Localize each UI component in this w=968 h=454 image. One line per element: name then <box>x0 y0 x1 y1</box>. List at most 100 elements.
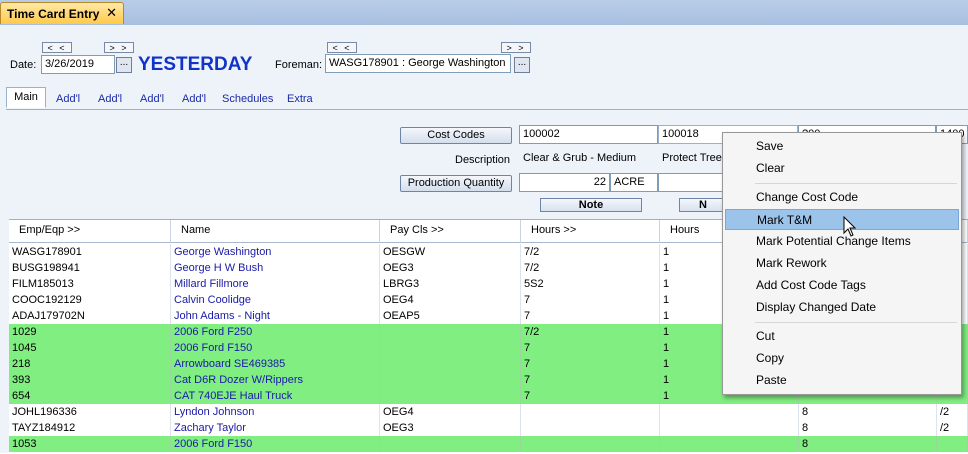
menu-item-save[interactable]: Save <box>725 136 959 157</box>
foreman-field[interactable]: WASG178901 : George Washington <box>325 54 511 73</box>
cell-pay-cls[interactable]: OEG3 <box>380 420 521 436</box>
cell-hours-3[interactable]: 8 <box>799 420 937 436</box>
cell-hours-2[interactable] <box>660 420 799 436</box>
cell-hours-1[interactable]: 7 <box>521 340 660 356</box>
column-header-hours-1[interactable]: Hours >> <box>521 220 660 243</box>
cell-name[interactable]: 2006 Ford F250 <box>171 324 380 340</box>
cell-emp[interactable]: 1029 <box>9 324 171 340</box>
cell-emp[interactable]: JOHL196336 <box>9 404 171 420</box>
tab-addl-2[interactable]: Add'l <box>98 93 122 105</box>
cell-hours-2[interactable] <box>660 404 799 420</box>
cell-hours-1[interactable]: 7 <box>521 356 660 372</box>
menu-item-clear[interactable]: Clear <box>725 158 959 179</box>
date-next-button[interactable]: > > <box>104 42 134 53</box>
tab-main[interactable]: Main <box>6 87 46 108</box>
cell-name[interactable]: Cat D6R Dozer W/Rippers <box>171 372 380 388</box>
cell-emp[interactable]: COOC192129 <box>9 292 171 308</box>
time-card-entry-tab[interactable]: Time Card Entry ✕ <box>0 2 124 24</box>
menu-item-add-cost-code-tags[interactable]: Add Cost Code Tags <box>725 275 959 296</box>
cell-emp[interactable]: 654 <box>9 388 171 404</box>
cell-pay-cls[interactable]: OEAP5 <box>380 308 521 324</box>
cell-emp[interactable]: 1053 <box>9 436 171 452</box>
cell-hours-3[interactable]: 8 <box>799 436 937 452</box>
cell-pay-cls[interactable]: OEG4 <box>380 404 521 420</box>
cell-name[interactable]: Zachary Taylor <box>171 420 380 436</box>
cell-name[interactable]: Lyndon Johnson <box>171 404 380 420</box>
table-row[interactable]: TAYZ184912 Zachary Taylor OEG3 8/2 <box>9 420 968 436</box>
table-row[interactable]: 1053 2006 Ford F150 8 <box>9 436 968 452</box>
cell-name[interactable]: George Washington <box>171 244 380 260</box>
cell-hours-1[interactable] <box>521 436 660 452</box>
cell-name[interactable]: Arrowboard SE469385 <box>171 356 380 372</box>
close-icon[interactable]: ✕ <box>106 5 117 21</box>
date-prev-button[interactable]: < < <box>42 42 72 53</box>
tab-addl-1[interactable]: Add'l <box>56 93 80 105</box>
cell-hours-1[interactable] <box>521 420 660 436</box>
cell-hours-4[interactable]: /2 <box>937 420 968 436</box>
cell-hours-1[interactable]: 7/2 <box>521 260 660 276</box>
cost-codes-button[interactable]: Cost Codes <box>400 127 512 144</box>
cell-name[interactable]: George H W Bush <box>171 260 380 276</box>
production-qty-field-2[interactable] <box>658 173 728 192</box>
production-quantity-button[interactable]: Production Quantity <box>400 175 512 192</box>
foreman-prev-button[interactable]: < < <box>327 42 357 53</box>
menu-item-copy[interactable]: Copy <box>725 348 959 369</box>
cell-name[interactable]: Millard Fillmore <box>171 276 380 292</box>
cell-hours-1[interactable]: 7 <box>521 372 660 388</box>
cell-name[interactable]: CAT 740EJE Haul Truck <box>171 388 380 404</box>
cell-emp[interactable]: TAYZ184912 <box>9 420 171 436</box>
cell-pay-cls[interactable] <box>380 436 521 452</box>
cell-hours-3[interactable]: 8 <box>799 404 937 420</box>
column-header-pay-cls[interactable]: Pay Cls >> <box>380 220 521 243</box>
cell-hours-1[interactable]: 5S2 <box>521 276 660 292</box>
column-header-name[interactable]: Name <box>171 220 380 243</box>
cell-pay-cls[interactable]: OESGW <box>380 244 521 260</box>
cell-pay-cls[interactable] <box>380 356 521 372</box>
cell-name[interactable]: John Adams - Night <box>171 308 380 324</box>
note-button-2[interactable]: N <box>679 198 727 212</box>
cell-hours-1[interactable]: 7 <box>521 292 660 308</box>
cell-name[interactable]: Calvin Coolidge <box>171 292 380 308</box>
cell-pay-cls[interactable]: OEG3 <box>380 260 521 276</box>
cell-hours-4[interactable]: /2 <box>937 404 968 420</box>
note-button[interactable]: Note <box>540 198 642 212</box>
cell-hours-2[interactable] <box>660 436 799 452</box>
column-header-emp-eqp[interactable]: Emp/Eqp >> <box>9 220 171 243</box>
cell-hours-1[interactable]: 7 <box>521 308 660 324</box>
cell-emp[interactable]: 218 <box>9 356 171 372</box>
cell-hours-1[interactable] <box>521 404 660 420</box>
foreman-picker-button[interactable]: ... <box>514 57 530 73</box>
cell-pay-cls[interactable] <box>380 324 521 340</box>
cell-name[interactable]: 2006 Ford F150 <box>171 436 380 452</box>
date-picker-button[interactable]: ... <box>116 57 132 73</box>
cell-hours-1[interactable]: 7/2 <box>521 324 660 340</box>
cell-emp[interactable]: 393 <box>9 372 171 388</box>
tab-schedules[interactable]: Schedules <box>222 93 273 105</box>
production-qty-field-1[interactable]: 22 <box>519 173 610 192</box>
cell-pay-cls[interactable] <box>380 388 521 404</box>
menu-item-cut[interactable]: Cut <box>725 326 959 347</box>
menu-item-mark-rework[interactable]: Mark Rework <box>725 253 959 274</box>
cell-name[interactable]: 2006 Ford F150 <box>171 340 380 356</box>
date-field[interactable]: 3/26/2019 <box>41 55 115 74</box>
cell-emp[interactable]: FILM185013 <box>9 276 171 292</box>
cell-emp[interactable]: 1045 <box>9 340 171 356</box>
cell-pay-cls[interactable] <box>380 372 521 388</box>
menu-item-mark-potential-change-items[interactable]: Mark Potential Change Items <box>725 231 959 252</box>
cell-pay-cls[interactable]: OEG4 <box>380 292 521 308</box>
table-row[interactable]: JOHL196336 Lyndon Johnson OEG4 8/2 <box>9 404 968 420</box>
cell-hours-1[interactable]: 7 <box>521 388 660 404</box>
cell-pay-cls[interactable] <box>380 340 521 356</box>
menu-item-paste[interactable]: Paste <box>725 370 959 391</box>
cell-hours-4[interactable] <box>937 436 968 452</box>
cost-code-field-1[interactable]: 100002 <box>519 125 658 144</box>
menu-item-mark-tm[interactable]: Mark T&M <box>725 209 959 230</box>
tab-addl-4[interactable]: Add'l <box>182 93 206 105</box>
menu-item-change-cost-code[interactable]: Change Cost Code <box>725 187 959 208</box>
cell-hours-1[interactable]: 7/2 <box>521 244 660 260</box>
tab-extra[interactable]: Extra <box>287 93 313 105</box>
tab-addl-3[interactable]: Add'l <box>140 93 164 105</box>
cell-emp[interactable]: BUSG198941 <box>9 260 171 276</box>
cell-pay-cls[interactable]: LBRG3 <box>380 276 521 292</box>
foreman-next-button[interactable]: > > <box>501 42 531 53</box>
